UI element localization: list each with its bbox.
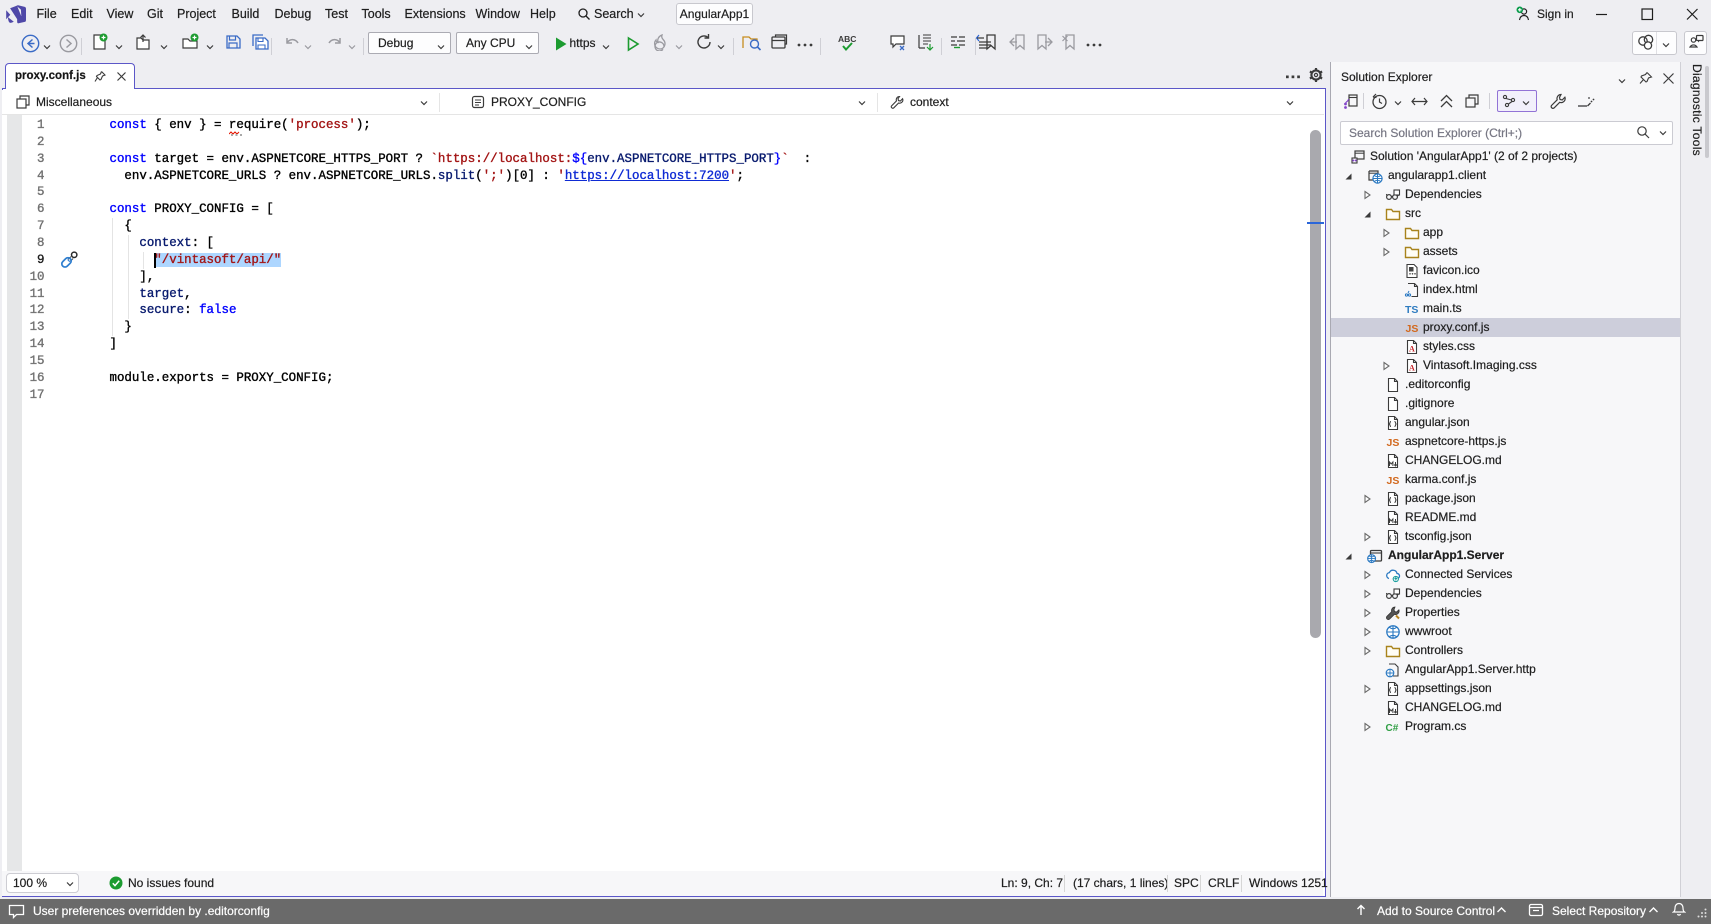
svg-text:JS: JS [1406, 323, 1419, 335]
svg-text:JS: JS [1387, 437, 1400, 449]
svg-text:A: A [1409, 363, 1415, 372]
svg-text:A: A [1409, 344, 1415, 353]
svg-text:TS: TS [1405, 304, 1418, 316]
svg-text:JS: JS [1387, 475, 1400, 487]
svg-text:ABC: ABC [838, 34, 856, 44]
svg-text:C#: C# [1386, 723, 1399, 734]
